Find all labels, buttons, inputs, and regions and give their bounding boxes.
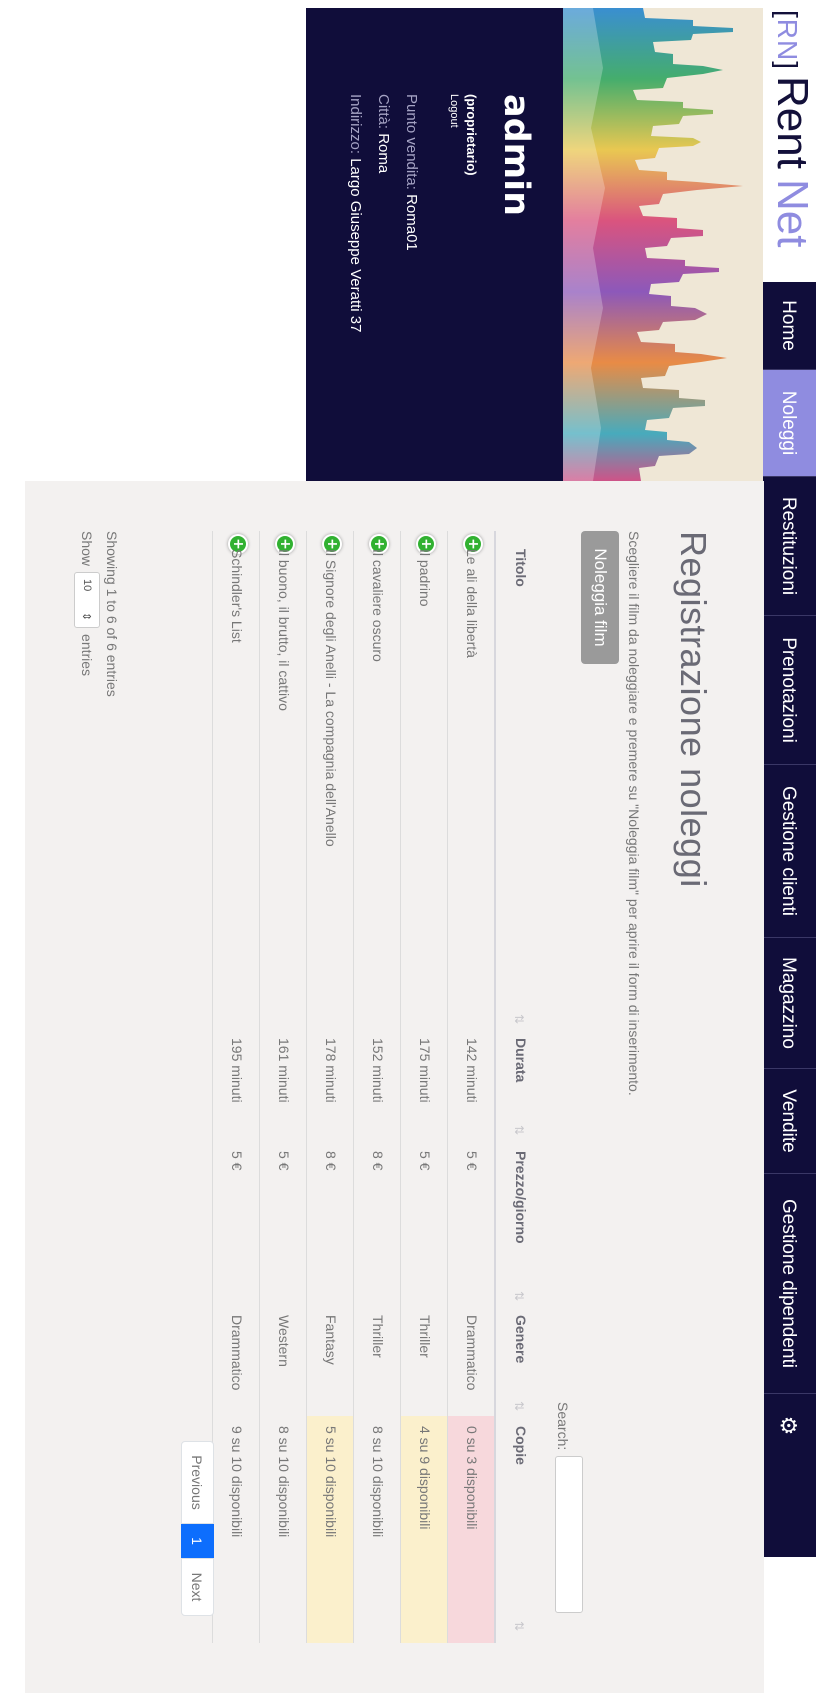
table-header: Titolo ⇅ Durata ⇅ Prezzo/giorno ⇅ Genere… <box>494 531 542 1643</box>
nav-item-restituzioni[interactable]: Restituzioni <box>760 477 816 616</box>
cell-price: 8 € <box>323 1151 339 1171</box>
address-info: Indirizzo: Largo Giuseppe Veratti 37 <box>347 94 364 333</box>
cell-copies: 4 su 9 disponibili <box>401 1416 447 1643</box>
page-length-control: Show 10 ⇕ entries <box>74 531 100 676</box>
column-header-prezzo-giorno[interactable]: Prezzo/giorno <box>513 1151 529 1244</box>
cell-duration: 161 minuti <box>276 1038 292 1103</box>
table-row[interactable]: + Il padrino 175 minuti 5 € Thriller 4 su 9 d… <box>400 531 447 1643</box>
copies-text: 8 su 10 disponibili <box>370 1426 386 1538</box>
page-length-value: 10 <box>81 579 93 592</box>
user-role: (proprietario) <box>464 94 479 176</box>
user-name: admin <box>496 94 536 217</box>
cell-copies: 9 su 10 disponibili <box>213 1416 259 1643</box>
cell-duration: 152 minuti <box>370 1038 386 1103</box>
logo-mark: [RN] <box>772 10 803 71</box>
table-row[interactable]: + Il Signore degli Anelli - La compagnia … <box>306 531 353 1643</box>
logo-word-rent: Rent <box>768 76 817 169</box>
cell-price: 5 € <box>464 1151 480 1171</box>
main-navigation: Home Noleggi Restituzioni Prenotazioni G… <box>760 282 816 1557</box>
pagination: Previous 1 Next <box>181 1441 214 1616</box>
nav-item-vendite[interactable]: Vendite <box>760 1069 816 1174</box>
city-info: Città: Roma <box>375 94 392 174</box>
cell-genre: Drammatico <box>464 1315 480 1391</box>
cell-title: Il Signore degli Anelli - La compagnia d… <box>323 549 339 847</box>
store-info: Punto vendita: Roma01 <box>403 94 420 251</box>
cell-title: Il cavaliere oscuro <box>370 549 386 662</box>
page-length-select[interactable]: 10 ⇕ <box>74 572 100 629</box>
show-label: Show <box>79 531 95 567</box>
table-row[interactable]: + Il buono, il brutto, il cattivo 161 minu… <box>259 531 306 1643</box>
table-row[interactable]: + Schindler's List 195 minuti 5 € Drammatico… <box>212 531 259 1643</box>
cell-genre: Thriller <box>417 1315 433 1358</box>
nav-item-gestione-dipendenti[interactable]: Gestione dipendenti <box>760 1174 816 1394</box>
page: [RN] Rent Net Home Noleggi Restituzioni … <box>0 0 822 1704</box>
page-subtitle: Scegliere il film da noleggiare e premer… <box>626 531 642 1096</box>
nav-item-magazzino[interactable]: Magazzino <box>760 938 816 1069</box>
entries-label: entries <box>79 634 95 677</box>
cell-copies: 5 su 10 disponibili <box>307 1416 353 1643</box>
cell-genre: Thriller <box>370 1315 386 1358</box>
cell-price: 8 € <box>370 1151 386 1171</box>
films-table: Titolo ⇅ Durata ⇅ Prezzo/giorno ⇅ Genere… <box>212 531 542 1643</box>
copies-text: 8 su 10 disponibili <box>276 1426 292 1538</box>
cell-copies: 0 su 3 disponibili <box>448 1416 494 1643</box>
copies-text: 5 su 10 disponibili <box>323 1426 339 1538</box>
nav-item-noleggi[interactable]: Noleggi <box>760 370 816 477</box>
table-row[interactable]: + Le ali della libertà 142 minuti 5 € Dramma… <box>447 531 494 1643</box>
cell-duration: 195 minuti <box>229 1038 245 1103</box>
logo[interactable]: [RN] Rent Net <box>759 10 817 247</box>
sort-icon: ⇅ <box>512 1125 526 1136</box>
pagination-page-1[interactable]: 1 <box>181 1524 214 1558</box>
page-title: Registrazione noleggi <box>673 531 714 888</box>
column-header-copie[interactable]: Copie <box>513 1426 529 1465</box>
column-header-titolo[interactable]: Titolo <box>513 549 529 587</box>
sort-icon: ⇅ <box>512 1014 526 1025</box>
cell-price: 5 € <box>276 1151 292 1171</box>
cell-title: Le ali della libertà <box>464 549 480 658</box>
select-arrows-icon: ⇕ <box>80 611 93 622</box>
table-row[interactable]: + Il cavaliere oscuro 152 minuti 8 € Thrille… <box>353 531 400 1643</box>
cell-title: Il padrino <box>417 549 433 607</box>
search-input[interactable] <box>555 1456 583 1613</box>
sort-icon: ⇅ <box>512 1291 526 1302</box>
nav-item-prenotazioni[interactable]: Prenotazioni <box>760 616 816 765</box>
settings-button[interactable]: ⚙ <box>760 1394 816 1457</box>
cell-copies: 8 su 10 disponibili <box>354 1416 400 1643</box>
rent-film-button[interactable]: Noleggia film <box>581 531 619 664</box>
cell-title: Il buono, il brutto, il cattivo <box>276 549 292 711</box>
sort-icon: ⇅ <box>512 1621 526 1632</box>
cell-genre: Drammatico <box>229 1315 245 1391</box>
table-info: Showing 1 to 6 of 6 entries <box>104 531 120 697</box>
main-content: Registrazione noleggi Scegliere il film … <box>25 481 764 1693</box>
nav-item-gestione-clienti[interactable]: Gestione clienti <box>760 765 816 938</box>
column-header-durata[interactable]: Durata <box>513 1038 529 1082</box>
city-skyline-image <box>563 8 763 481</box>
logo-word-net: Net <box>768 178 817 248</box>
sort-icon: ⇅ <box>512 1401 526 1412</box>
cell-genre: Western <box>276 1315 292 1367</box>
logout-link[interactable]: Logout <box>448 94 460 128</box>
nav-item-home[interactable]: Home <box>760 282 816 370</box>
cell-copies: 8 su 10 disponibili <box>260 1416 306 1643</box>
table-body: + Le ali della libertà 142 minuti 5 € Dramma… <box>212 531 494 1643</box>
copies-text: 9 su 10 disponibili <box>229 1426 245 1538</box>
cell-genre: Fantasy <box>323 1315 339 1365</box>
cell-price: 5 € <box>417 1151 433 1171</box>
cell-price: 5 € <box>229 1151 245 1171</box>
cell-duration: 142 minuti <box>464 1038 480 1103</box>
copies-text: 4 su 9 disponibili <box>417 1426 433 1530</box>
cell-duration: 175 minuti <box>417 1038 433 1103</box>
user-info-panel: admin (proprietario) Logout Punto vendit… <box>306 8 563 481</box>
search-label: Search: <box>555 1402 571 1451</box>
cell-title: Schindler's List <box>229 549 245 643</box>
gear-icon: ⚙ <box>776 1415 801 1436</box>
pagination-previous[interactable]: Previous <box>181 1441 214 1524</box>
copies-text: 0 su 3 disponibili <box>464 1426 480 1530</box>
pagination-next[interactable]: Next <box>181 1558 214 1616</box>
column-header-genere[interactable]: Genere <box>513 1315 529 1363</box>
cell-duration: 178 minuti <box>323 1038 339 1103</box>
